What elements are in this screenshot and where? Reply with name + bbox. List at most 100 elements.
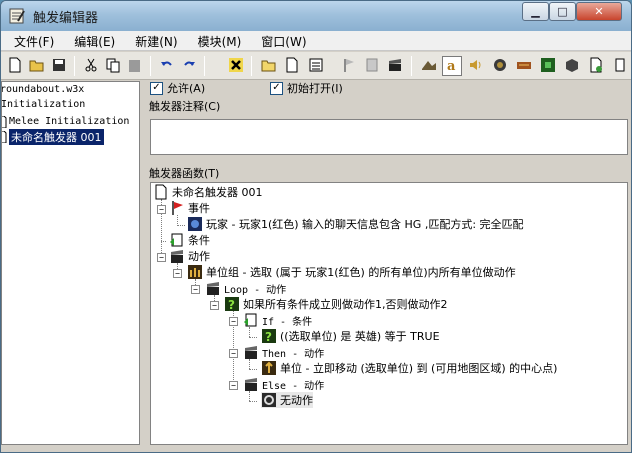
tree-actions-node[interactable]: 动作 xyxy=(169,248,210,264)
new-event-button[interactable] xyxy=(339,56,359,76)
action-clapper-icon xyxy=(169,248,185,264)
tree-event-chat[interactable]: 玩家 - 玩家1(红色) 输入的聊天信息包含 HG ,匹配方式: 完全匹配 xyxy=(187,216,524,232)
menu-new[interactable]: 新建(N) xyxy=(121,31,183,50)
enabled-label: 允许(A) xyxy=(167,82,206,95)
cut-icon xyxy=(83,57,99,76)
ai-editor-button[interactable] xyxy=(538,56,558,76)
trigger-melee-initialization[interactable]: Melee Initialization xyxy=(2,114,129,129)
collapse-else-toggle[interactable]: − xyxy=(229,381,238,390)
ai-editor-icon xyxy=(540,57,556,76)
trigger-editor-button[interactable]: a xyxy=(442,56,462,76)
tree-if-node[interactable]: If - 条件 xyxy=(243,312,312,328)
initially-on-label: 初始打开(I) xyxy=(287,82,343,95)
tree-then-action[interactable]: 单位 - 立即移动 (选取单位) 到 (可用地图区域) 的中心点) xyxy=(261,360,557,376)
trigger-editor-app-icon xyxy=(8,7,26,25)
open-icon xyxy=(29,57,45,76)
svg-text:?: ? xyxy=(228,298,235,312)
delete-icon xyxy=(228,57,244,76)
svg-text:a: a xyxy=(447,59,456,73)
maximize-icon: □ xyxy=(557,5,568,18)
terrain-editor-button[interactable] xyxy=(419,56,439,76)
redo-icon xyxy=(181,57,197,76)
menu-window[interactable]: 窗口(W) xyxy=(247,31,312,50)
map-file-item[interactable]: roundabout.w3x xyxy=(2,84,84,99)
menu-bar: 文件(F) 编辑(E) 新建(N) 模块(M) 窗口(W) xyxy=(1,31,631,51)
tree-conditions-node[interactable]: 条件 xyxy=(169,232,210,248)
sound-editor-button[interactable] xyxy=(466,56,486,76)
redo-button[interactable] xyxy=(179,56,199,76)
category-initialization[interactable]: Initialization xyxy=(2,99,85,114)
import-manager-button[interactable] xyxy=(586,56,606,76)
object-editor-button[interactable] xyxy=(490,56,510,76)
menu-file[interactable]: 文件(F) xyxy=(1,31,60,50)
tree-events-node[interactable]: 事件 xyxy=(169,200,210,216)
new-category-button[interactable] xyxy=(259,56,279,76)
trigger-unnamed-001[interactable]: 未命名触发器 001 xyxy=(2,128,104,145)
tree-action-unit-group[interactable]: 单位组 - 选取 (属于 玩家1(红色) 的所有单位)内所有单位做动作 xyxy=(187,264,516,280)
save-button[interactable] xyxy=(49,56,69,76)
new-comment-button[interactable] xyxy=(306,56,326,76)
copy-icon xyxy=(105,57,121,76)
undo-button[interactable] xyxy=(157,56,177,76)
window-title: 触发编辑器 xyxy=(33,11,99,26)
terrain-editor-icon xyxy=(421,57,437,76)
object-editor-icon xyxy=(492,57,508,76)
condition-icon xyxy=(169,232,185,248)
collapse-actions-toggle[interactable]: − xyxy=(157,253,166,262)
trigger-doc-icon xyxy=(2,115,7,128)
new-category-icon xyxy=(261,57,277,76)
collapse-events-toggle[interactable]: − xyxy=(157,205,166,214)
delete-button[interactable] xyxy=(226,56,246,76)
trigger-list-panel[interactable]: roundabout.w3x Initialization Melee Init… xyxy=(1,81,140,445)
new-condition-button[interactable] xyxy=(362,56,382,76)
maximize-button[interactable]: □ xyxy=(549,2,576,21)
collapse-loop-toggle[interactable]: − xyxy=(191,285,200,294)
action-clapper-icon xyxy=(243,344,259,360)
sound-editor-icon xyxy=(468,57,484,76)
tree-loop-node[interactable]: Loop - 动作 xyxy=(205,280,286,296)
tree-if-condition[interactable]: ? ((选取单位) 是 英雄) 等于 TRUE xyxy=(261,328,440,344)
paste-icon xyxy=(127,57,143,76)
new-button[interactable] xyxy=(5,56,25,76)
cut-button[interactable] xyxy=(81,56,101,76)
question-mark-icon: ? xyxy=(224,296,240,312)
paste-button[interactable] xyxy=(125,56,145,76)
title-bar[interactable]: 触发编辑器 ▁ □ ✕ xyxy=(1,1,631,31)
save-icon xyxy=(51,57,67,76)
initially-on-checkbox[interactable]: ✓ 初始打开(I) xyxy=(270,81,343,95)
close-icon: ✕ xyxy=(594,5,604,18)
new-action-icon xyxy=(387,57,403,76)
trigger-functions-tree[interactable]: − − − − − − − − 未命名触发器 001 事件 玩家 - 玩家1(红… xyxy=(150,182,628,445)
menu-module[interactable]: 模块(M) xyxy=(184,31,248,50)
trigger-doc-icon xyxy=(2,130,7,143)
checkmark-icon: ✓ xyxy=(150,81,163,95)
tree-root-trigger[interactable]: 未命名触发器 001 xyxy=(153,184,263,200)
player-event-icon xyxy=(187,216,203,232)
new-trigger-button[interactable] xyxy=(282,56,302,76)
menu-edit[interactable]: 编辑(E) xyxy=(60,31,121,50)
tree-else-node[interactable]: Else - 动作 xyxy=(243,376,324,392)
collapse-then-toggle[interactable]: − xyxy=(229,349,238,358)
collapse-action-1-toggle[interactable]: − xyxy=(173,269,182,278)
new-condition-icon xyxy=(364,57,380,76)
enabled-checkbox[interactable]: ✓ 允许(A) xyxy=(150,81,205,95)
tree-then-node[interactable]: Then - 动作 xyxy=(243,344,324,360)
toolbar-extra-button[interactable] xyxy=(610,56,630,76)
new-event-icon xyxy=(341,57,357,76)
copy-button[interactable] xyxy=(103,56,123,76)
campaign-editor-icon xyxy=(516,57,532,76)
open-button[interactable] xyxy=(27,56,47,76)
campaign-editor-button[interactable] xyxy=(514,56,534,76)
panel-splitter[interactable] xyxy=(140,81,147,445)
close-button[interactable]: ✕ xyxy=(576,2,622,21)
new-action-button[interactable] xyxy=(385,56,405,76)
collapse-if-then-else-toggle[interactable]: − xyxy=(210,301,219,310)
minimize-button[interactable]: ▁ xyxy=(522,2,549,21)
tree-else-action[interactable]: 无动作 xyxy=(261,392,313,408)
event-flag-icon xyxy=(169,200,185,216)
object-manager-button[interactable] xyxy=(562,56,582,76)
tree-if-then-else[interactable]: ? 如果所有条件成立则做动作1,否则做动作2 xyxy=(224,296,448,312)
comment-textarea[interactable] xyxy=(150,119,628,155)
collapse-if-toggle[interactable]: − xyxy=(229,317,238,326)
trigger-editor-icon: a xyxy=(444,57,460,76)
